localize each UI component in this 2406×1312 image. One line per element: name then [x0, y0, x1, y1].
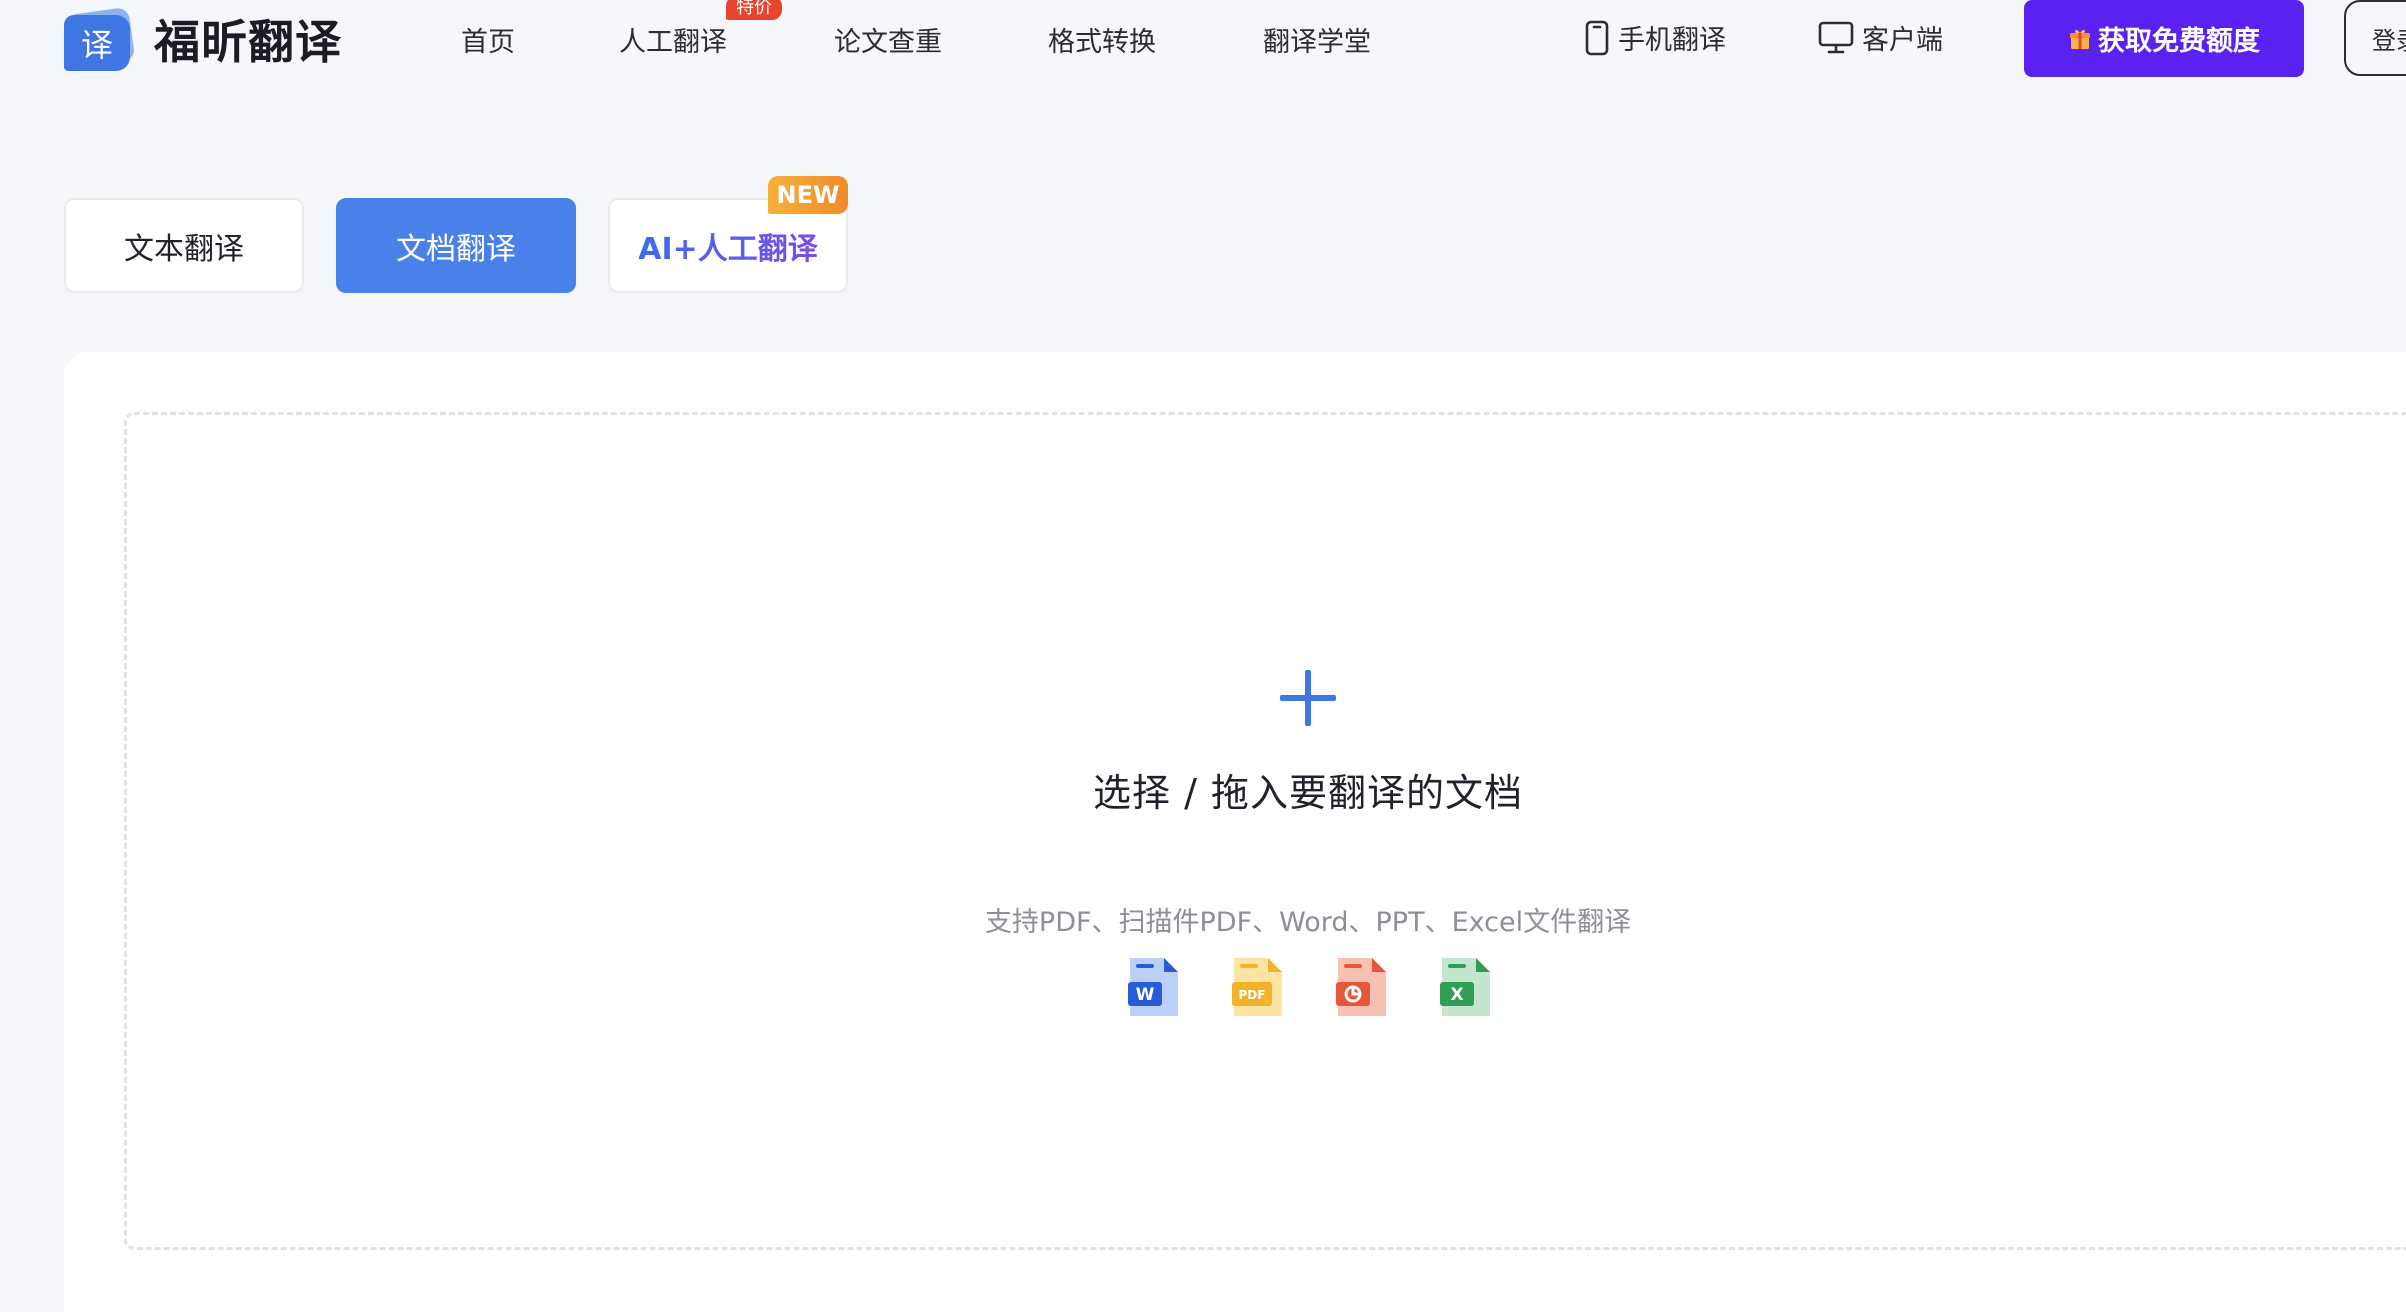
excel-file-icon: X	[1440, 958, 1490, 1016]
excel-file-letter: X	[1450, 985, 1463, 1005]
desktop-client-link[interactable]: 客户端	[1818, 18, 1943, 57]
pdf-file-icon: PDF	[1232, 958, 1282, 1016]
login-button[interactable]: 登录	[2344, 0, 2406, 76]
gift-icon	[2070, 29, 2090, 49]
file-dropzone[interactable]	[124, 412, 2406, 1250]
logo-text: 福昕翻译	[154, 15, 342, 69]
nav-item-translation-academy[interactable]: 翻译学堂	[1263, 20, 1371, 59]
special-price-badge: 特价	[726, 0, 782, 20]
mobile-translate-link[interactable]: 手机翻译	[1584, 18, 1726, 57]
get-free-quota-button[interactable]: 获取免费额度	[2024, 0, 2304, 77]
pdf-file-letter: PDF	[1239, 988, 1266, 1002]
logo-icon: 译	[64, 6, 138, 71]
nav-item-home[interactable]: 首页	[461, 20, 515, 59]
logo[interactable]: 译 福昕翻译	[64, 6, 342, 72]
word-file-icon: W	[1128, 958, 1178, 1016]
nav-item-paper-check[interactable]: 论文查重	[834, 20, 942, 59]
nav-item-human-translation[interactable]: 人工翻译	[619, 20, 727, 59]
upload-title: 选择 / 拖入要翻译的文档	[1093, 771, 1523, 815]
tab-document-translation-label: 文档翻译	[396, 231, 516, 267]
monitor-icon	[1818, 21, 1854, 53]
mobile-translate-label: 手机翻译	[1618, 25, 1726, 56]
login-label: 登录	[2372, 26, 2406, 55]
top-header: 译 福昕翻译 首页 人工翻译 特价 论文查重 格式转换 翻译学堂 手机翻译 客户…	[0, 0, 2406, 78]
supported-formats-text: 支持PDF、扫描件PDF、Word、PPT、Excel文件翻译	[984, 907, 1632, 938]
mobile-phone-icon	[1585, 20, 1609, 55]
tab-ai-human-translation-label: AI+人工翻译	[638, 224, 818, 268]
new-badge: NEW	[768, 176, 848, 214]
get-free-quota-label: 获取免费额度	[2098, 26, 2260, 57]
desktop-client-label: 客户端	[1862, 25, 1943, 56]
tab-text-translation[interactable]: 文本翻译	[64, 198, 304, 293]
tab-text-translation-label: 文本翻译	[124, 231, 244, 267]
nav-item-format-convert[interactable]: 格式转换	[1048, 20, 1156, 59]
ppt-file-icon	[1336, 958, 1386, 1016]
word-file-letter: W	[1136, 985, 1155, 1005]
tab-document-translation[interactable]: 文档翻译	[336, 198, 576, 293]
plus-icon[interactable]	[1280, 670, 1336, 726]
